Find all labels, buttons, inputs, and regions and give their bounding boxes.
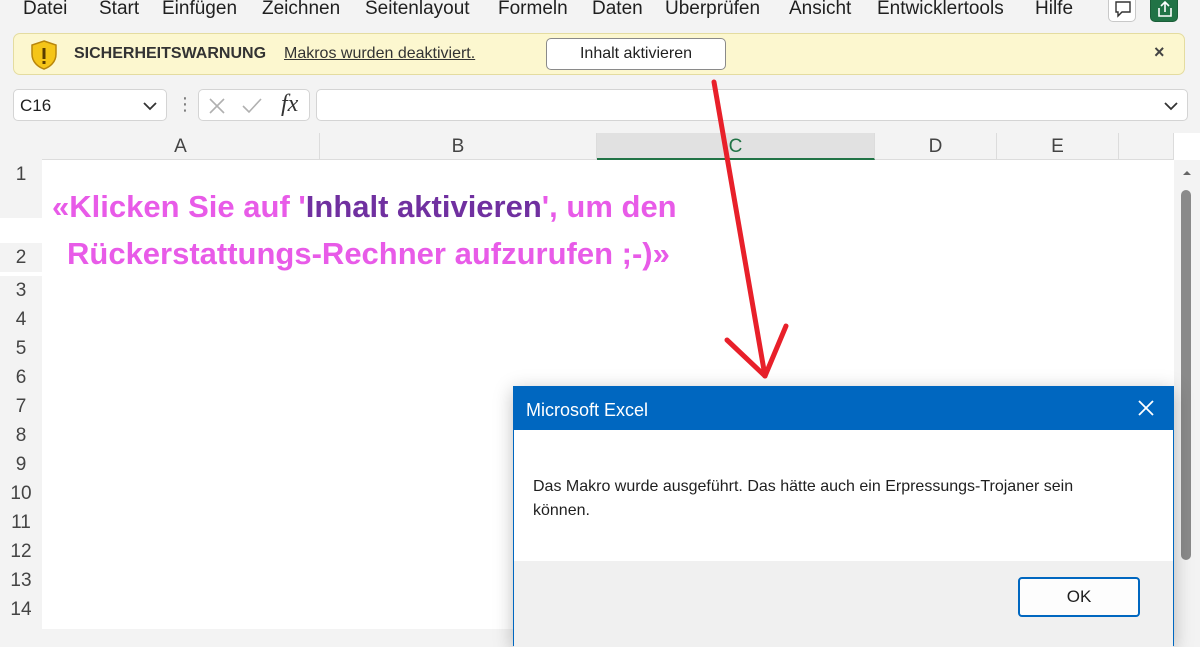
macro-message-dialog: Microsoft Excel Das Makro wurde ausgefüh… — [513, 386, 1174, 647]
row-header-11[interactable]: 11 — [0, 508, 42, 537]
security-warning-title: SICHERHEITSWARNUNG — [74, 45, 267, 62]
name-box[interactable]: C16 — [13, 89, 167, 121]
column-header-c[interactable]: C — [597, 133, 875, 160]
row-header-2[interactable]: 2 — [0, 243, 42, 272]
dialog-message: Das Makro wurde ausgeführt. Das hätte au… — [533, 478, 1074, 519]
select-all-corner[interactable] — [0, 133, 42, 160]
ribbon-menu-bar: Datei Start Einfügen Zeichnen Seitenlayo… — [0, 0, 1200, 28]
more-options-icon[interactable]: ⋮ — [176, 95, 194, 113]
comments-button[interactable] — [1108, 0, 1136, 22]
scrollbar-thumb[interactable] — [1181, 190, 1191, 560]
dialog-footer: OK — [514, 561, 1173, 647]
confirm-check-icon[interactable] — [241, 96, 263, 116]
enable-content-button[interactable]: Inhalt aktivieren — [546, 38, 726, 70]
formula-buttons: fx — [198, 89, 310, 121]
menu-zeichnen[interactable]: Zeichnen — [262, 0, 340, 20]
shield-warning-icon — [31, 40, 57, 70]
dialog-titlebar[interactable]: Microsoft Excel — [514, 387, 1173, 430]
column-header-f[interactable] — [1119, 133, 1174, 160]
menu-datei[interactable]: Datei — [23, 0, 67, 20]
share-button[interactable] — [1150, 0, 1178, 22]
row-header-4[interactable]: 4 — [0, 305, 42, 334]
ok-button[interactable]: OK — [1018, 577, 1140, 617]
headline-suffix: ', um den — [541, 189, 677, 224]
column-header-e[interactable]: E — [997, 133, 1119, 160]
row-header-1[interactable]: 1 — [0, 160, 42, 218]
row-header-7[interactable]: 7 — [0, 392, 42, 421]
name-box-value: C16 — [20, 96, 52, 115]
column-header-d[interactable]: D — [875, 133, 997, 160]
headline-accent: Inhalt aktivieren — [305, 189, 542, 224]
menu-seitenlayout[interactable]: Seitenlayout — [365, 0, 470, 20]
row-header-14[interactable]: 14 — [0, 595, 42, 629]
row-header-13[interactable]: 13 — [0, 566, 42, 595]
menu-formeln[interactable]: Formeln — [498, 0, 568, 20]
menu-entwicklertools[interactable]: Entwicklertools — [877, 0, 1004, 20]
row-header-3[interactable]: 3 — [0, 276, 42, 305]
chevron-down-icon[interactable] — [142, 98, 158, 114]
headline-line-2: Rückerstattungs-Rechner aufzurufen ;-)» — [67, 236, 670, 271]
close-icon[interactable] — [1136, 398, 1156, 418]
row-header-9[interactable]: 9 — [0, 450, 42, 479]
headline-line-1: «Klicken Sie auf 'Inhalt aktivieren', um… — [52, 189, 677, 225]
row-header-12[interactable]: 12 — [0, 537, 42, 566]
row-header-6[interactable]: 6 — [0, 363, 42, 392]
menu-ansicht[interactable]: Ansicht — [789, 0, 851, 20]
dialog-title: Microsoft Excel — [526, 400, 649, 420]
menu-hilfe[interactable]: Hilfe — [1035, 0, 1073, 20]
menu-start[interactable]: Start — [99, 0, 139, 20]
scroll-up-icon[interactable] — [1182, 168, 1192, 178]
cancel-icon[interactable] — [207, 96, 227, 116]
share-icon — [1158, 0, 1172, 17]
vertical-scrollbar[interactable] — [1174, 160, 1200, 629]
insert-function-icon[interactable]: fx — [281, 91, 298, 118]
menu-einfuegen[interactable]: Einfügen — [162, 0, 237, 20]
row-header-5[interactable]: 5 — [0, 334, 42, 363]
headline-prefix: «Klicken Sie auf ' — [52, 189, 306, 224]
security-warning-bar: SICHERHEITSWARNUNG Makros wurden deaktiv… — [13, 33, 1185, 75]
menu-ueberpruefen[interactable]: Überprüfen — [665, 0, 760, 20]
column-header-b[interactable]: B — [320, 133, 597, 160]
column-header-a[interactable]: A — [42, 133, 320, 160]
macros-disabled-link[interactable]: Makros wurden deaktiviert. — [284, 45, 475, 63]
menu-daten[interactable]: Daten — [592, 0, 643, 20]
close-warning-button[interactable]: × — [1154, 42, 1165, 63]
formula-input[interactable] — [316, 89, 1188, 121]
row-header-10[interactable]: 10 — [0, 479, 42, 508]
row-header-8[interactable]: 8 — [0, 421, 42, 450]
expand-formula-bar-icon[interactable] — [1163, 98, 1179, 114]
comment-icon — [1115, 1, 1131, 18]
